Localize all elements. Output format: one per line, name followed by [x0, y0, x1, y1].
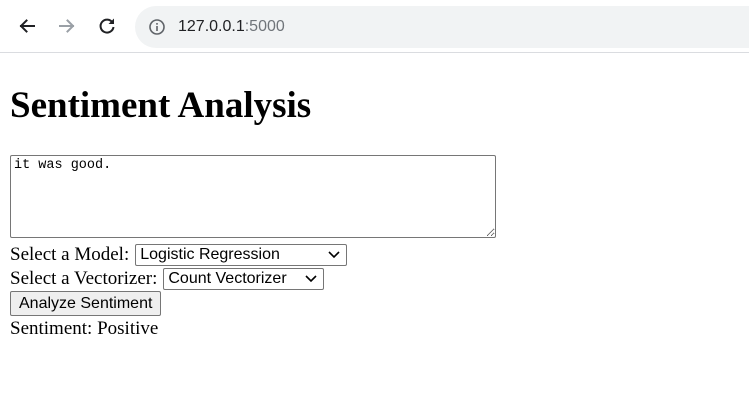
back-button[interactable] [13, 12, 41, 40]
back-arrow-icon [19, 19, 35, 33]
browser-toolbar: 127.0.0.1:5000 [0, 0, 749, 53]
vectorizer-label: Select a Vectorizer: [10, 268, 158, 289]
url-port: :5000 [244, 18, 285, 35]
reload-icon [99, 18, 115, 34]
page-content: Sentiment Analysis it was good. Select a… [0, 54, 749, 417]
sentiment-result-label: Sentiment: [10, 318, 93, 339]
model-label: Select a Model: [10, 244, 130, 265]
reload-button[interactable] [93, 12, 121, 40]
url-text: 127.0.0.1:5000 [178, 17, 285, 37]
url-host: 127.0.0.1 [178, 18, 245, 35]
vectorizer-row: Select a Vectorizer: Count Vectorizer [10, 268, 325, 290]
forward-button[interactable] [53, 12, 81, 40]
analyze-sentiment-button[interactable]: Analyze Sentiment [10, 291, 162, 316]
sentiment-result: Sentiment: Positive [10, 318, 158, 340]
forward-arrow-icon [59, 19, 75, 33]
model-row: Select a Model: Logistic Regression [10, 244, 348, 266]
info-icon[interactable] [148, 18, 166, 36]
sentiment-result-value: Positive [97, 318, 159, 339]
chevron-down-icon [328, 251, 340, 259]
model-select-value: Logistic Regression [140, 246, 280, 263]
vectorizer-select-value: Count Vectorizer [168, 270, 287, 287]
vectorizer-select[interactable]: Count Vectorizer [163, 268, 325, 290]
model-select[interactable]: Logistic Regression [135, 244, 348, 266]
chevron-down-icon [305, 275, 317, 283]
text-input[interactable]: it was good. [10, 155, 496, 238]
page-title: Sentiment Analysis [10, 85, 312, 126]
address-bar[interactable]: 127.0.0.1:5000 [135, 6, 749, 48]
